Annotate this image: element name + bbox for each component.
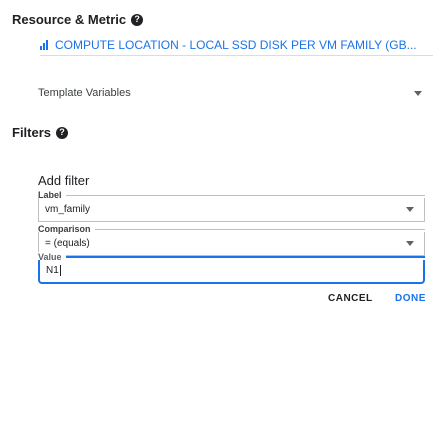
- label-select-box[interactable]: vm_family: [38, 198, 425, 222]
- legend-line: [65, 256, 425, 258]
- filters-heading: Filters ?: [12, 125, 69, 140]
- filters-title: Filters: [12, 125, 52, 140]
- template-variables-label: Template Variables: [38, 87, 131, 99]
- done-button[interactable]: DONE: [395, 293, 426, 304]
- help-icon[interactable]: ?: [131, 13, 144, 26]
- text-cursor: [59, 265, 61, 277]
- metric-label: COMPUTE LOCATION - LOCAL SSD DISK PER VM…: [55, 37, 417, 52]
- label-select-value: vm_family: [45, 204, 91, 215]
- chart-config-panel: Resource & Metric ? COMPUTE LOCATION - L…: [0, 0, 443, 425]
- template-variables-dropdown[interactable]: Template Variables: [38, 84, 432, 102]
- legend-line: [94, 228, 425, 230]
- chevron-down-icon: [414, 90, 422, 96]
- legend-line: [65, 194, 425, 196]
- resource-metric-title: Resource & Metric: [12, 12, 127, 27]
- help-icon[interactable]: ?: [56, 126, 69, 139]
- value-input[interactable]: N1: [46, 265, 61, 277]
- bar-chart-icon: [40, 39, 51, 50]
- add-filter-title: Add filter: [38, 173, 90, 188]
- cancel-button[interactable]: CANCEL: [328, 293, 373, 304]
- comparison-select-value: = (equals): [45, 238, 90, 249]
- chevron-down-icon: [406, 241, 414, 246]
- value-input-text: N1: [46, 265, 59, 277]
- metric-selector[interactable]: COMPUTE LOCATION - LOCAL SSD DISK PER VM…: [40, 34, 433, 56]
- resource-metric-heading: Resource & Metric ?: [12, 12, 144, 27]
- value-input-box[interactable]: N1: [38, 260, 425, 284]
- chevron-down-icon: [406, 207, 414, 212]
